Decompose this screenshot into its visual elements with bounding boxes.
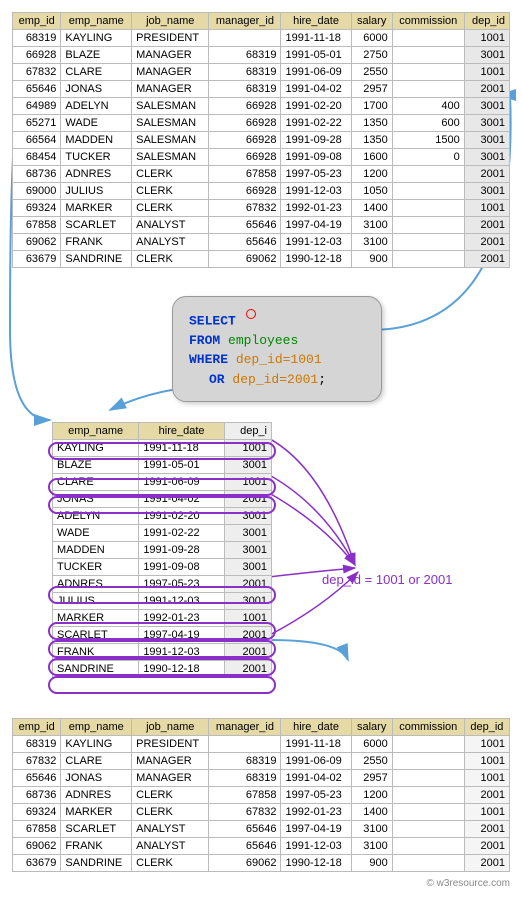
col-dep_id: dep_id xyxy=(464,719,509,736)
col-emp_name: emp_name xyxy=(61,719,132,736)
sql-where: WHERE xyxy=(189,352,228,367)
table-row: 65271WADESALESMAN669281991-02-2213506003… xyxy=(13,115,510,132)
table-row: 66928BLAZEMANAGER683191991-05-0127503001 xyxy=(13,47,510,64)
table-row: MADDEN1991-09-283001 xyxy=(53,542,272,559)
result-table: emp_idemp_namejob_namemanager_idhire_dat… xyxy=(12,718,510,872)
table-row: 68454TUCKERSALESMAN669281991-09-08160003… xyxy=(13,149,510,166)
table-row: CLARE1991-06-091001 xyxy=(53,474,272,491)
sql-cond2: dep_id=2001 xyxy=(232,372,318,387)
table-row: 67832CLAREMANAGER683191991-06-0925501001 xyxy=(13,753,510,770)
col-salary: salary xyxy=(351,13,392,30)
sql-select: SELECT xyxy=(189,313,236,328)
table-row: KAYLING1991-11-181001 xyxy=(53,440,272,457)
col-dep_id: dep_id xyxy=(464,13,509,30)
table-row: FRANK1991-12-032001 xyxy=(53,644,272,661)
sql-semi: ; xyxy=(318,372,326,387)
col-hire_date: hire_date xyxy=(281,13,351,30)
col-hire_date: hire_date xyxy=(281,719,351,736)
sql-cond1: dep_id=1001 xyxy=(236,352,322,367)
table-row: SANDRINE1990-12-182001 xyxy=(53,661,272,678)
table-row: ADELYN1991-02-203001 xyxy=(53,508,272,525)
col-hire_date: hire_date xyxy=(139,423,225,440)
table-row: ADNRES1997-05-232001 xyxy=(53,576,272,593)
table-row: TUCKER1991-09-083001 xyxy=(53,559,272,576)
col-manager_id: manager_id xyxy=(209,13,281,30)
highlight-circle xyxy=(48,676,276,694)
filtered-preview-table: emp_namehire_datedep_i KAYLING1991-11-18… xyxy=(52,422,272,678)
table-row: 69062FRANKANALYST656461991-12-0331002001 xyxy=(13,838,510,855)
filter-annotation: dep_id = 1001 or 2001 xyxy=(322,572,452,587)
table-row: 68319KAYLINGPRESIDENT1991-11-1860001001 xyxy=(13,30,510,47)
sql-table: employees xyxy=(228,333,298,348)
col-job_name: job_name xyxy=(132,13,209,30)
table-row: 65646JONASMANAGER683191991-04-0229572001 xyxy=(13,81,510,98)
table-row: 68319KAYLINGPRESIDENT1991-11-1860001001 xyxy=(13,736,510,753)
col-commission: commission xyxy=(392,13,464,30)
table-row: 64989ADELYNSALESMAN669281991-02-20170040… xyxy=(13,98,510,115)
table-row: JULIUS1991-12-033001 xyxy=(53,593,272,610)
sql-or: OR xyxy=(209,372,225,387)
footer-credit: © w3resource.com xyxy=(12,878,510,889)
col-job_name: job_name xyxy=(132,719,209,736)
filtered-preview-wrap: emp_namehire_datedep_i KAYLING1991-11-18… xyxy=(12,422,510,678)
table-row: 65646JONASMANAGER683191991-04-0229571001 xyxy=(13,770,510,787)
table-row: 69000JULIUSCLERK669281991-12-0310503001 xyxy=(13,183,510,200)
col-dep_i: dep_i xyxy=(224,423,271,440)
col-manager_id: manager_id xyxy=(209,719,281,736)
col-commission: commission xyxy=(392,719,464,736)
table-row: 63679SANDRINECLERK690621990-12-189002001 xyxy=(13,251,510,268)
col-emp_name: emp_name xyxy=(53,423,139,440)
table-row: WADE1991-02-223001 xyxy=(53,525,272,542)
table-row: 69062FRANKANALYST656461991-12-0331002001 xyxy=(13,234,510,251)
col-emp_id: emp_id xyxy=(13,719,61,736)
col-salary: salary xyxy=(351,719,392,736)
asterisk-icon xyxy=(246,309,256,319)
sql-from: FROM xyxy=(189,333,220,348)
table-row: 68736ADNRESCLERK678581997-05-2312002001 xyxy=(13,787,510,804)
source-table: emp_idemp_namejob_namemanager_idhire_dat… xyxy=(12,12,510,268)
table-row: 67858SCARLETANALYST656461997-04-19310020… xyxy=(13,821,510,838)
table-row: SCARLET1997-04-192001 xyxy=(53,627,272,644)
sql-query-box: SELECT FROM employees WHERE dep_id=1001 … xyxy=(172,296,382,402)
table-row: 63679SANDRINECLERK690621990-12-189002001 xyxy=(13,855,510,872)
table-row: 68736ADNRESCLERK678581997-05-2312002001 xyxy=(13,166,510,183)
col-emp_name: emp_name xyxy=(61,13,132,30)
table-row: JONAS1991-04-022001 xyxy=(53,491,272,508)
table-row: MARKER1992-01-231001 xyxy=(53,610,272,627)
table-row: 69324MARKERCLERK678321992-01-2314001001 xyxy=(13,804,510,821)
table-row: 67858SCARLETANALYST656461997-04-19310020… xyxy=(13,217,510,234)
col-emp_id: emp_id xyxy=(13,13,61,30)
table-row: 69324MARKERCLERK678321992-01-2314001001 xyxy=(13,200,510,217)
table-row: BLAZE1991-05-013001 xyxy=(53,457,272,474)
table-row: 67832CLAREMANAGER683191991-06-0925501001 xyxy=(13,64,510,81)
table-row: 66564MADDENSALESMAN669281991-09-28135015… xyxy=(13,132,510,149)
